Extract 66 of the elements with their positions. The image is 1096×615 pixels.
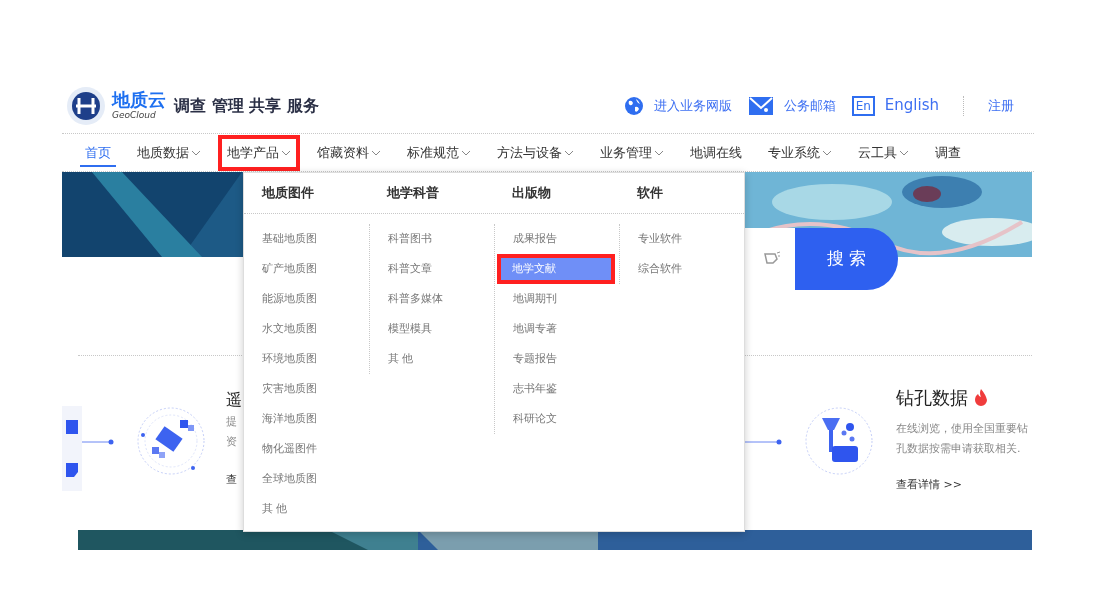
search-button[interactable]: 搜 索	[795, 228, 898, 290]
menu-item[interactable]: 成果报告	[495, 224, 619, 254]
menu-item[interactable]: 科普图书	[370, 224, 494, 254]
menu-item[interactable]: 专题报告	[495, 344, 619, 374]
logo-emblem-icon	[66, 85, 106, 126]
satellite-icon	[136, 406, 206, 476]
header-link[interactable]: 公务邮箱	[783, 95, 836, 116]
menu-column-title: 地学科普	[387, 184, 439, 203]
card-description: 提	[226, 414, 238, 430]
card-description: 资	[226, 434, 238, 450]
logo-subtitle: GeoCloud	[112, 111, 157, 120]
document-icon	[66, 420, 78, 435]
nav-item[interactable]: 云工具	[849, 134, 918, 171]
menu-item[interactable]: 地调专著	[495, 314, 619, 344]
lamp-icon	[763, 251, 781, 267]
details-link[interactable]: 查看详情 >>	[896, 477, 1032, 494]
menu-item[interactable]: 模型模具	[370, 314, 494, 344]
menu-item[interactable]: 地学文献	[497, 254, 615, 284]
card-title: 遥	[226, 389, 242, 411]
menu-column-title: 软件	[637, 184, 663, 203]
menu-item[interactable]: 科普文章	[370, 254, 494, 284]
card-title: 钻孔数据	[896, 386, 968, 410]
menu-item[interactable]: 其 他	[370, 344, 494, 374]
nav-item[interactable]: 标准规范	[398, 134, 480, 171]
menu-item[interactable]: 全球地质图	[244, 464, 369, 494]
menu-item[interactable]: 科普多媒体	[370, 284, 494, 314]
menu-item[interactable]: 环境地质图	[244, 344, 369, 374]
details-link[interactable]: 查	[226, 472, 242, 489]
menu-item[interactable]: 地调期刊	[495, 284, 619, 314]
menu-item[interactable]: 综合软件	[620, 254, 744, 284]
document-icon	[66, 462, 78, 477]
nav-item[interactable]: 地调在线	[681, 134, 751, 171]
nav-item[interactable]: 业务管理	[591, 134, 673, 171]
language-badge: En	[851, 95, 875, 116]
menu-item[interactable]: 灾害地质图	[244, 374, 369, 404]
menu-item[interactable]: 专业软件	[620, 224, 744, 254]
header-link[interactable]: 注册	[988, 95, 1014, 116]
connector-line	[82, 439, 114, 445]
nav-item[interactable]: 地学产品	[218, 134, 300, 171]
menu-column-title: 地质图件	[262, 184, 314, 203]
nav-item[interactable]: 专业系统	[759, 134, 841, 171]
nav-item[interactable]: 调查	[926, 134, 970, 171]
menu-item[interactable]: 矿产地质图	[244, 254, 369, 284]
menu-item[interactable]: 基础地质图	[244, 224, 369, 254]
menu-item[interactable]: 科研论文	[495, 404, 619, 434]
header-link[interactable]: English	[884, 94, 939, 117]
menu-item[interactable]: 水文地质图	[244, 314, 369, 344]
nav-item[interactable]: 首页	[76, 134, 120, 171]
card-description: 在线浏览，使用全国重要钻	[896, 421, 1029, 437]
menu-item[interactable]: 海洋地质图	[244, 404, 369, 434]
side-tab[interactable]	[62, 406, 82, 491]
globe-icon	[623, 95, 644, 116]
nav-item[interactable]: 地质数据	[128, 134, 210, 171]
logo-name: 地质云	[112, 91, 166, 109]
header-link[interactable]: 进入业务网版	[653, 95, 732, 116]
slogan: 调查 管理 共享 服务	[174, 94, 319, 117]
menu-item[interactable]: 其 他	[244, 494, 369, 524]
nav-item[interactable]: 方法与设备	[488, 134, 583, 171]
drill-icon	[804, 406, 874, 476]
menu-item[interactable]: 能源地质图	[244, 284, 369, 314]
menu-item[interactable]: 物化遥图件	[244, 434, 369, 464]
menu-item[interactable]: 志书年鉴	[495, 374, 619, 404]
nav-item[interactable]: 馆藏资料	[308, 134, 390, 171]
card-description: 孔数据按需申请获取相关.	[896, 441, 1022, 457]
mail-icon	[747, 95, 774, 116]
menu-column-title: 出版物	[512, 184, 551, 203]
